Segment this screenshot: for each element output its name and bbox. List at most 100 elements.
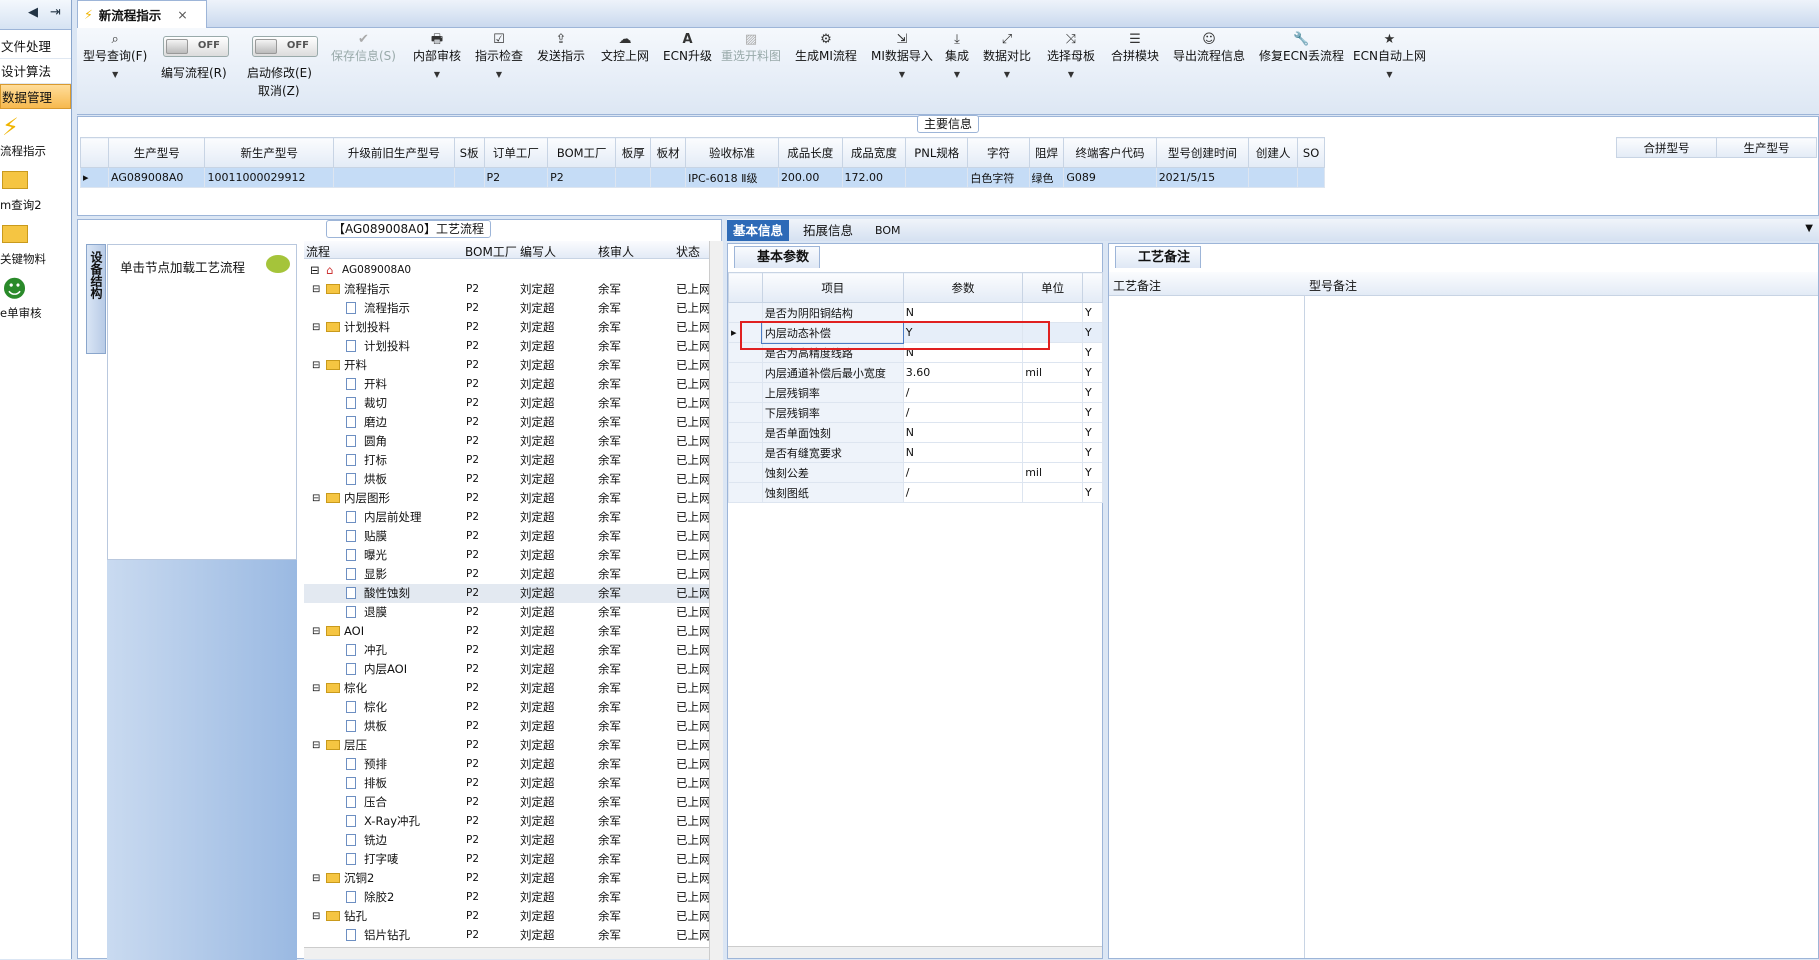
model-query-button[interactable]: ⌕ 型号查询(F) ▼ (83, 32, 147, 86)
nav-data-management[interactable]: 数据管理 (0, 84, 71, 109)
unit-cell[interactable] (1022, 482, 1084, 503)
nav-key-material[interactable]: 关键物料 (0, 219, 71, 273)
merge-module-button[interactable]: ☰ 合拼模块 (1111, 32, 1159, 64)
tab-basic-params[interactable]: 基本参数 (734, 246, 821, 268)
tab-process-notes[interactable]: 工艺备注 (1115, 246, 1202, 268)
tree-node[interactable]: 圆角 P2 刘定超 余军 已上网 (304, 432, 714, 451)
doc-upload-button[interactable]: ☁ 文控上网 (601, 32, 649, 64)
table-cell[interactable]: P2 (547, 167, 617, 188)
tree-node[interactable]: X-Ray冲孔 P2 刘定超 余军 已上网 (304, 812, 714, 831)
table-cell[interactable]: 10011000029912 (204, 167, 334, 188)
close-icon[interactable]: × (177, 7, 187, 22)
column-header[interactable]: 字符 (967, 137, 1030, 168)
table-cell[interactable]: AG089008A0 (107, 167, 206, 188)
production-model-header[interactable]: 生产型号 (1716, 137, 1817, 158)
tree-node[interactable]: ⊟ 流程指示 P2 刘定超 余军 已上网 (304, 280, 714, 299)
table-cell[interactable] (615, 167, 652, 188)
collapse-icon[interactable]: ⊟ (312, 318, 320, 337)
table-row[interactable]: 蚀刻图纸 / Y (728, 482, 1103, 503)
edit-flow-toggle[interactable]: OFF (163, 36, 229, 57)
tree-node[interactable]: 磨边 P2 刘定超 余军 已上网 (304, 413, 714, 432)
table-row[interactable]: 是否单面蚀刻 N Y (728, 422, 1103, 443)
param-cell[interactable]: / (902, 482, 1024, 503)
table-cell[interactable]: IPC-6018 Ⅱ级 (685, 167, 779, 188)
item-cell[interactable]: 上层残铜率 (761, 382, 904, 403)
tree-node[interactable]: ⊟ 计划投料 P2 刘定超 余军 已上网 (304, 318, 714, 337)
tree-node[interactable]: ⊟ 开料 P2 刘定超 余军 已上网 (304, 356, 714, 375)
data-compare-button[interactable]: ⤢ 数据对比 ▼ (983, 32, 1031, 86)
tree-node[interactable]: ⊟ 棕化 P2 刘定超 余军 已上网 (304, 679, 714, 698)
flag-cell[interactable]: Y (1082, 302, 1103, 323)
unit-col-header[interactable]: 单位 (1022, 272, 1084, 303)
column-header[interactable]: 成品长度 (777, 137, 843, 168)
column-header[interactable]: 终端客户代码 (1063, 137, 1157, 168)
table-cell[interactable] (650, 167, 687, 188)
tree-root-node[interactable]: ⊟ ⌂ AG089008A0 (304, 261, 714, 280)
tree-node[interactable]: ⊟ 层压 P2 刘定超 余军 已上网 (304, 736, 714, 755)
table-cell[interactable] (1247, 167, 1299, 188)
table-row[interactable]: 内层通道补偿后最小宽度 3.60 mil Y (728, 362, 1103, 383)
tree-node[interactable]: 压合 P2 刘定超 余军 已上网 (304, 793, 714, 812)
nav-m-query[interactable]: m查询2 (0, 165, 71, 219)
flag-cell[interactable]: Y (1082, 422, 1103, 443)
nav-design-algorithm[interactable]: 设计算法 (0, 59, 71, 84)
equipment-structure-tab[interactable]: 设备结构 (86, 244, 106, 354)
column-header[interactable]: 阻焊 (1028, 137, 1065, 168)
tree-node[interactable]: 铣边 P2 刘定超 余军 已上网 (304, 831, 714, 850)
param-cell[interactable]: N (902, 422, 1024, 443)
item-cell[interactable]: 是否有缝宽要求 (761, 442, 904, 463)
collapse-icon[interactable]: ⊟ (312, 280, 320, 299)
reselect-map-button[interactable]: ▨ 重选开料图 (721, 32, 781, 64)
item-cell[interactable]: 是否单面蚀刻 (761, 422, 904, 443)
tab-bom[interactable]: BOM (869, 220, 907, 241)
params-horizontal-scrollbar[interactable] (728, 946, 1102, 958)
start-modify-toggle[interactable]: OFF (252, 36, 318, 57)
tree-node[interactable]: 曝光 P2 刘定超 余军 已上网 (304, 546, 714, 565)
collapse-icon[interactable]: ⊟ (312, 356, 320, 375)
tree-node[interactable]: 棕化 P2 刘定超 余军 已上网 (304, 698, 714, 717)
tree-node[interactable]: 烘板 P2 刘定超 余军 已上网 (304, 717, 714, 736)
tree-node[interactable]: 裁切 P2 刘定超 余军 已上网 (304, 394, 714, 413)
table-row[interactable]: 下层残铜率 / Y (728, 402, 1103, 423)
internal-review-button[interactable]: 🖶 内部审核 ▼ (413, 32, 461, 86)
back-arrow-icon[interactable]: ◀ (28, 5, 38, 20)
flag-cell[interactable]: Y (1082, 322, 1103, 343)
save-info-button[interactable]: ✔ 保存信息(S) (331, 32, 396, 64)
item-cell[interactable]: 内层通道补偿后最小宽度 (761, 362, 904, 383)
integrate-button[interactable]: ⤓ 集成 ▼ (945, 32, 969, 86)
process-notes-area[interactable] (1109, 296, 1305, 958)
collapse-icon[interactable]: ⊟ (312, 907, 320, 926)
instruction-check-button[interactable]: ☑ 指示检查 ▼ (475, 32, 523, 86)
mi-import-button[interactable]: ⇲ MI数据导入 ▼ (871, 32, 933, 86)
column-header[interactable]: 板材 (650, 137, 687, 168)
column-header[interactable]: BOM工厂 (547, 137, 617, 168)
tree-horizontal-scrollbar[interactable] (304, 947, 709, 959)
merge-model-header[interactable]: 合拼型号 (1616, 137, 1717, 158)
param-col-header[interactable]: 参数 (902, 272, 1024, 303)
table-cell[interactable]: G089 (1063, 167, 1157, 188)
table-row[interactable]: 蚀刻公差 / mil Y (728, 462, 1103, 483)
item-cell[interactable]: 是否为阴阳铜结构 (761, 302, 904, 323)
table-cell[interactable]: 200.00 (777, 167, 843, 188)
collapse-icon[interactable]: ⊟ (312, 869, 320, 888)
collapse-icon[interactable]: ⊟ (310, 261, 320, 280)
table-cell[interactable] (1297, 167, 1325, 188)
column-header[interactable]: S板 (453, 137, 485, 168)
tree-node[interactable]: 除胶2 P2 刘定超 余军 已上网 (304, 888, 714, 907)
ecn-upgrade-button[interactable]: A ECN升级 (663, 32, 712, 64)
tree-node[interactable]: 开料 P2 刘定超 余军 已上网 (304, 375, 714, 394)
status-col-header[interactable]: 状态 (676, 243, 700, 260)
table-cell[interactable]: 绿色 (1028, 167, 1065, 188)
collapse-icon[interactable]: ⊟ (312, 736, 320, 755)
model-notes-area[interactable] (1306, 296, 1816, 958)
item-cell[interactable]: 下层残铜率 (761, 402, 904, 423)
table-row[interactable]: ▸ AG089008A0 10011000029912 P2 P2 IPC-6018 Ⅱ级… (80, 167, 1325, 188)
tree-node[interactable]: ⊟ 钻孔 P2 刘定超 余军 已上网 (304, 907, 714, 926)
flag-cell[interactable]: Y (1082, 382, 1103, 403)
table-row[interactable]: 是否为阴阳铜结构 N Y (728, 302, 1103, 323)
table-cell[interactable] (453, 167, 485, 188)
tree-node[interactable]: 预排 P2 刘定超 余军 已上网 (304, 755, 714, 774)
tab-basic-info[interactable]: 基本信息 (727, 220, 790, 241)
table-cell[interactable] (905, 167, 969, 188)
collapse-icon[interactable]: ⊟ (312, 489, 320, 508)
